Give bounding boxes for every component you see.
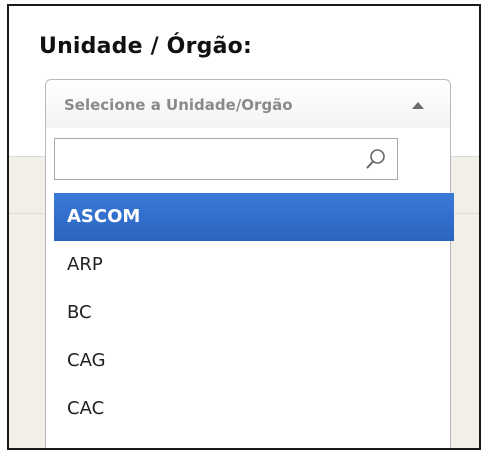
search-field[interactable] (54, 138, 398, 180)
field-label: Unidade / Órgão: (39, 34, 252, 59)
search-input[interactable] (55, 139, 397, 179)
field-label-text: Unidade / Órgão (39, 34, 243, 59)
option-cac[interactable]: CAC (54, 385, 454, 433)
select-placeholder: Selecione a Unidade/Orgão (64, 96, 293, 114)
option-bc[interactable]: BC (54, 289, 454, 337)
search-icon (366, 149, 385, 169)
chevron-up-icon (412, 102, 424, 109)
option-ascom[interactable]: ASCOM (54, 193, 454, 241)
unit-select[interactable]: Selecione a Unidade/Orgão (45, 79, 451, 129)
option-arp[interactable]: ARP (54, 241, 454, 289)
select-dropdown: ASCOM ARP BC CAG CAC (45, 128, 454, 448)
form-frame: Unidade / Órgão: Selecione a Unidade/Org… (7, 4, 481, 450)
option-cag[interactable]: CAG (54, 337, 454, 385)
option-list: ASCOM ARP BC CAG CAC (54, 193, 454, 433)
